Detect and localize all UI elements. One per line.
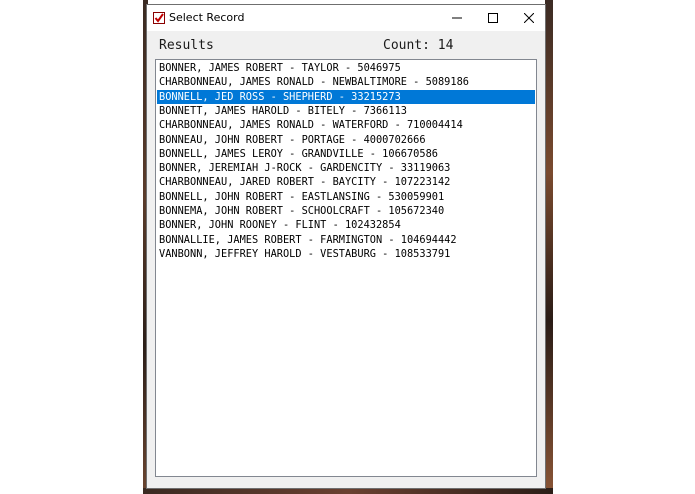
list-item[interactable]: CHARBONNEAU, JAMES RONALD - NEWBALTIMORE… bbox=[157, 75, 535, 89]
count-label: Count: bbox=[383, 38, 430, 53]
list-item[interactable]: BONNEAU, JOHN ROBERT - PORTAGE - 4000702… bbox=[157, 133, 535, 147]
list-item[interactable]: BONNEMA, JOHN ROBERT - SCHOOLCRAFT - 105… bbox=[157, 204, 535, 218]
list-item[interactable]: BONNER, JAMES ROBERT - TAYLOR - 5046975 bbox=[157, 61, 535, 75]
close-button[interactable] bbox=[511, 5, 547, 31]
select-record-window: Select Record Results Count: 14 BONNER, bbox=[146, 4, 546, 489]
minimize-icon bbox=[452, 17, 462, 19]
count-display: Count: 14 bbox=[383, 38, 453, 54]
maximize-icon bbox=[488, 13, 498, 23]
list-item[interactable]: BONNER, JEREMIAH J-ROCK - GARDENCITY - 3… bbox=[157, 161, 535, 175]
list-item[interactable]: CHARBONNEAU, JAMES RONALD - WATERFORD - … bbox=[157, 118, 535, 132]
maximize-button[interactable] bbox=[475, 5, 511, 31]
close-icon bbox=[524, 13, 534, 23]
list-item[interactable]: BONNELL, JAMES LEROY - GRANDVILLE - 1066… bbox=[157, 147, 535, 161]
record-listbox[interactable]: BONNER, JAMES ROBERT - TAYLOR - 5046975 C… bbox=[155, 59, 537, 477]
list-item-selected[interactable]: BONNELL, JED ROSS - SHEPHERD - 33215273 bbox=[157, 89, 535, 104]
list-item[interactable]: BONNER, JOHN ROONEY - FLINT - 102432854 bbox=[157, 218, 535, 232]
list-item[interactable]: CHARBONNEAU, JARED ROBERT - BAYCITY - 10… bbox=[157, 175, 535, 189]
list-item[interactable]: VANBONN, JEFFREY HAROLD - VESTABURG - 10… bbox=[157, 247, 535, 261]
checkbox-icon bbox=[153, 12, 165, 24]
count-value: 14 bbox=[437, 38, 454, 53]
title-bar[interactable]: Select Record bbox=[147, 5, 545, 31]
results-label: Results bbox=[159, 38, 214, 53]
desktop: Select Record Results Count: 14 BONNER, bbox=[0, 0, 695, 494]
minimize-button[interactable] bbox=[439, 5, 475, 31]
desktop-background-right bbox=[545, 0, 553, 494]
list-item[interactable]: BONNALLIE, JAMES ROBERT - FARMINGTON - 1… bbox=[157, 233, 535, 247]
list-item[interactable]: BONNELL, JOHN ROBERT - EASTLANSING - 530… bbox=[157, 190, 535, 204]
window-title: Select Record bbox=[169, 11, 245, 24]
list-item[interactable]: BONNETT, JAMES HAROLD - BITELY - 7366113 bbox=[157, 104, 535, 118]
